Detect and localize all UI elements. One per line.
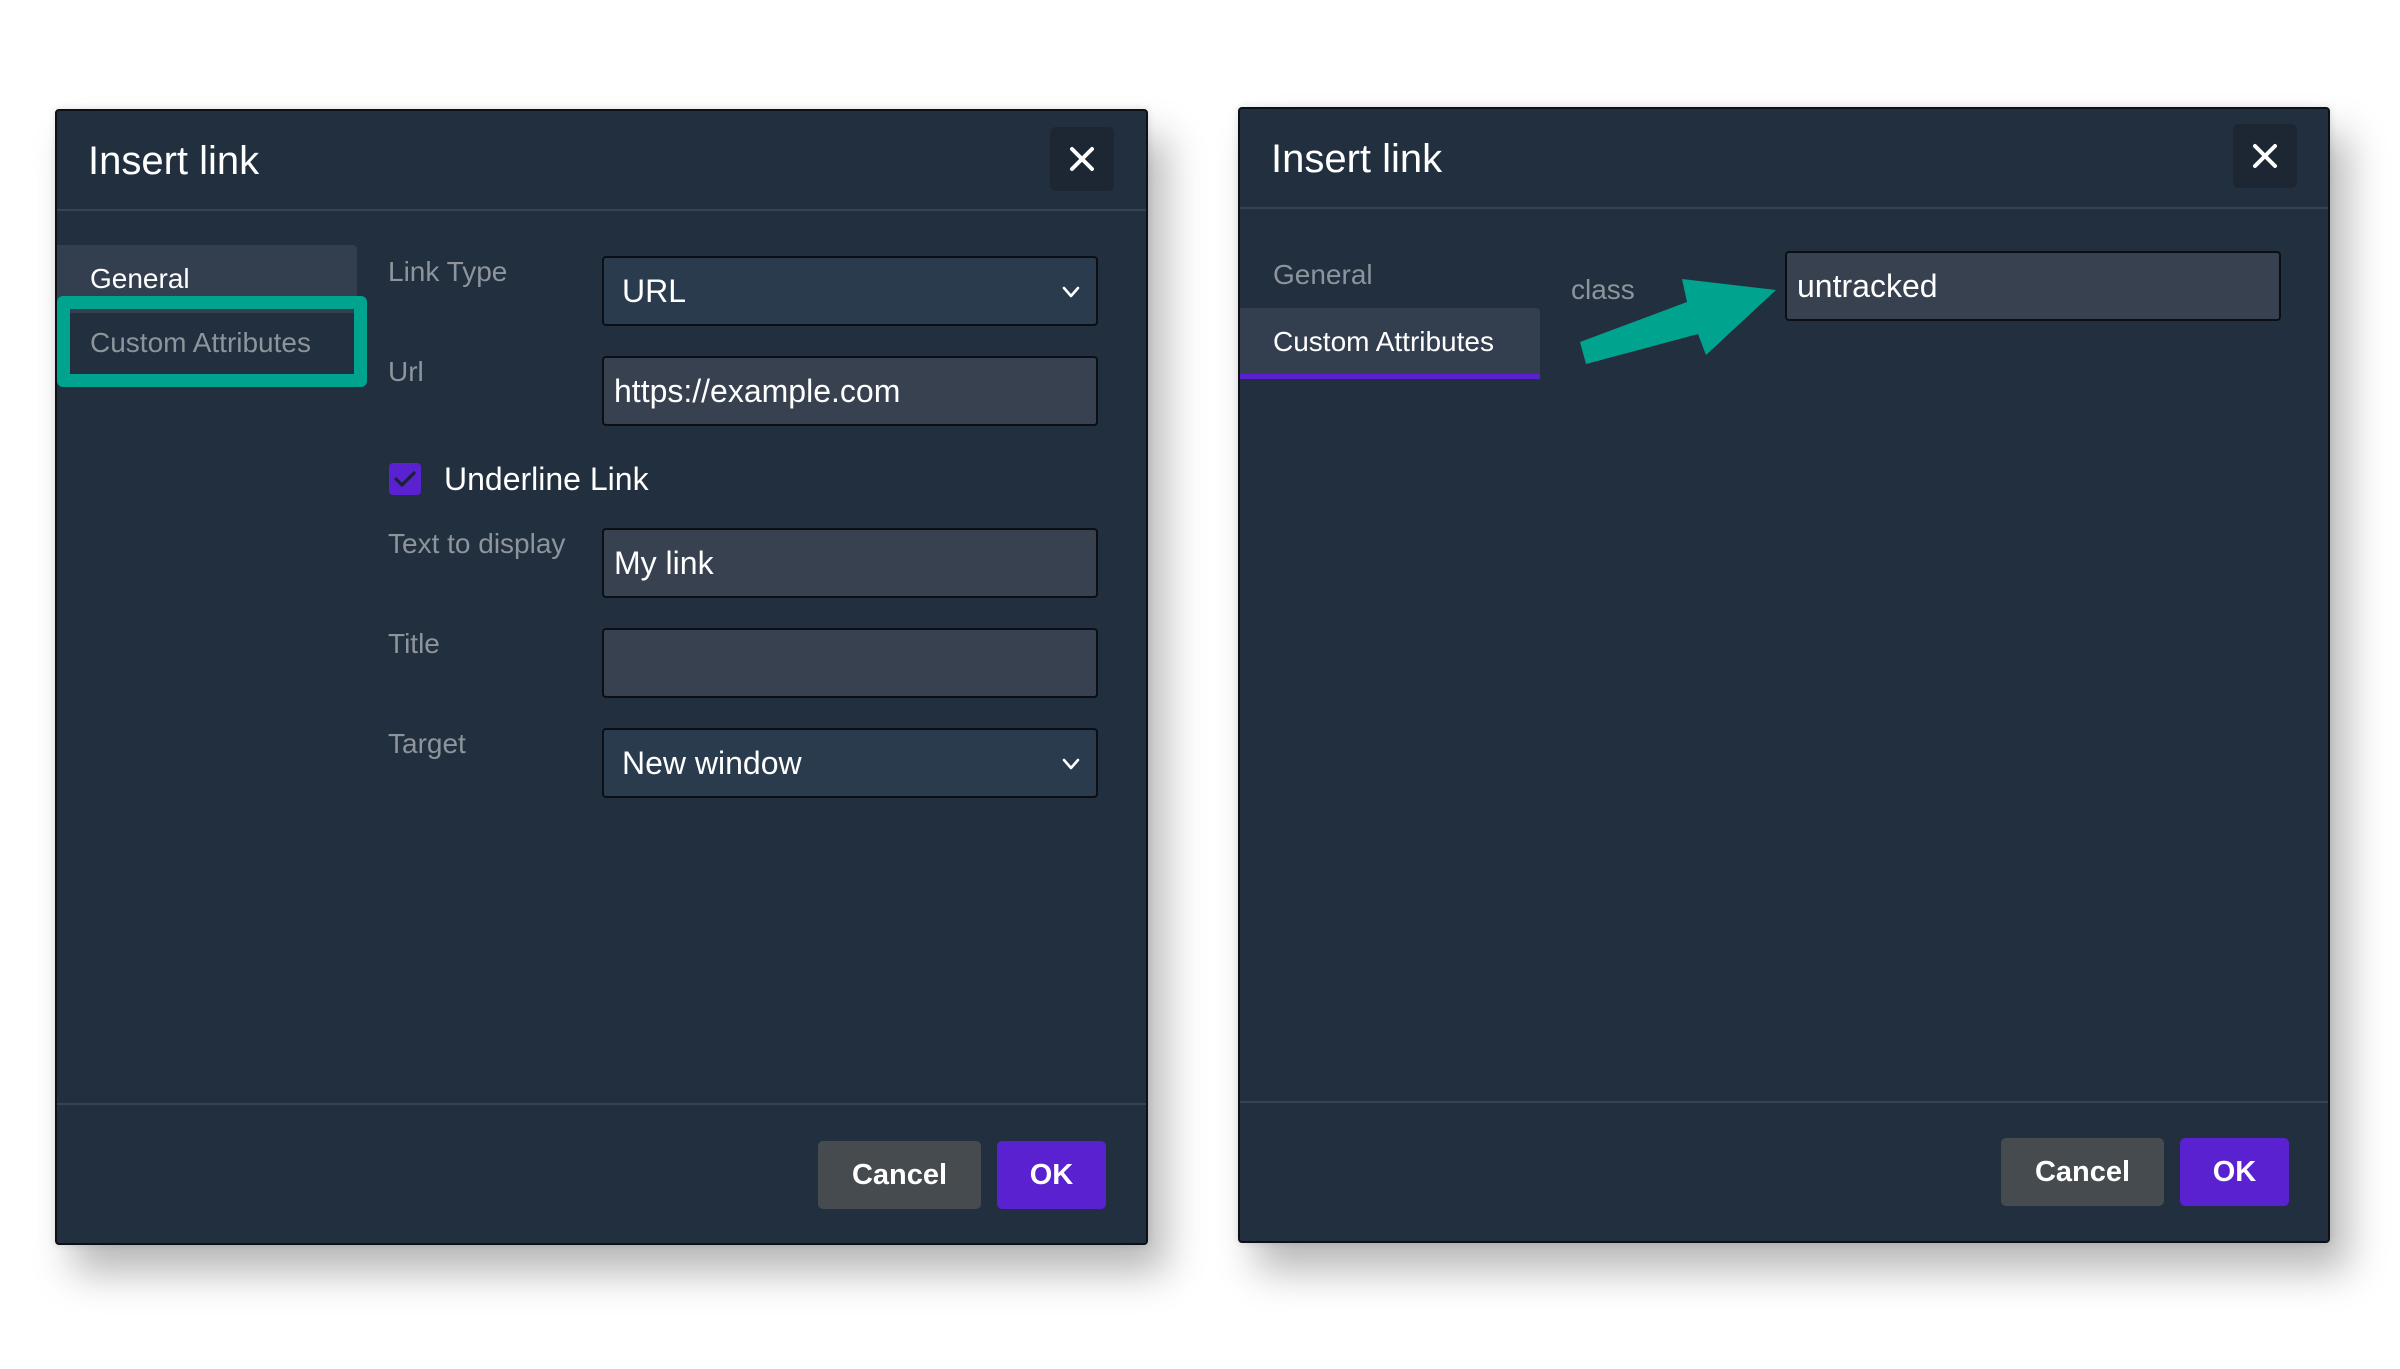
url-input[interactable] [602, 356, 1098, 426]
tab-general[interactable]: General [1240, 241, 1540, 309]
dialog-title: Insert link [1271, 137, 1443, 181]
class-label: class [1571, 274, 1635, 305]
link-type-label: Link Type [388, 256, 508, 287]
target-select[interactable]: New window [602, 728, 1098, 798]
tab-custom-attributes[interactable]: Custom Attributes [57, 309, 357, 377]
insert-link-dialog-general: Insert link General Custom Attributes Li… [55, 109, 1148, 1245]
checkmark-icon [394, 471, 416, 487]
insert-link-dialog-custom-attributes: Insert link General Custom Attributes cl… [1238, 107, 2330, 1243]
close-button[interactable] [1050, 127, 1114, 191]
footer-divider [57, 1103, 1146, 1105]
target-label: Target [388, 728, 466, 759]
underline-link-label[interactable]: Underline Link [444, 457, 649, 501]
tab-custom-attributes[interactable]: Custom Attributes [1240, 308, 1540, 379]
chevron-down-icon [1062, 758, 1080, 770]
target-value: New window [622, 745, 802, 781]
text-to-display-input[interactable] [602, 528, 1098, 598]
dialog-title: Insert link [88, 139, 260, 183]
title-label: Title [388, 628, 440, 659]
class-input[interactable] [1785, 251, 2281, 321]
cancel-button[interactable]: Cancel [818, 1141, 981, 1209]
title-input[interactable] [602, 628, 1098, 698]
close-icon [2253, 144, 2277, 168]
cancel-button[interactable]: Cancel [2001, 1138, 2164, 1206]
tab-general[interactable]: General [57, 245, 357, 313]
chevron-down-icon [1062, 286, 1080, 298]
footer-divider [1240, 1101, 2328, 1103]
close-icon [1070, 147, 1094, 171]
link-type-value: URL [622, 273, 687, 309]
underline-link-checkbox[interactable] [389, 463, 421, 495]
ok-button[interactable]: OK [2180, 1138, 2289, 1206]
link-type-select[interactable]: URL [602, 256, 1098, 326]
header-divider [57, 209, 1146, 211]
close-button[interactable] [2233, 124, 2297, 188]
text-to-display-label: Text to display [388, 528, 566, 559]
header-divider [1240, 207, 2328, 209]
url-label: Url [388, 356, 424, 387]
ok-button[interactable]: OK [997, 1141, 1106, 1209]
